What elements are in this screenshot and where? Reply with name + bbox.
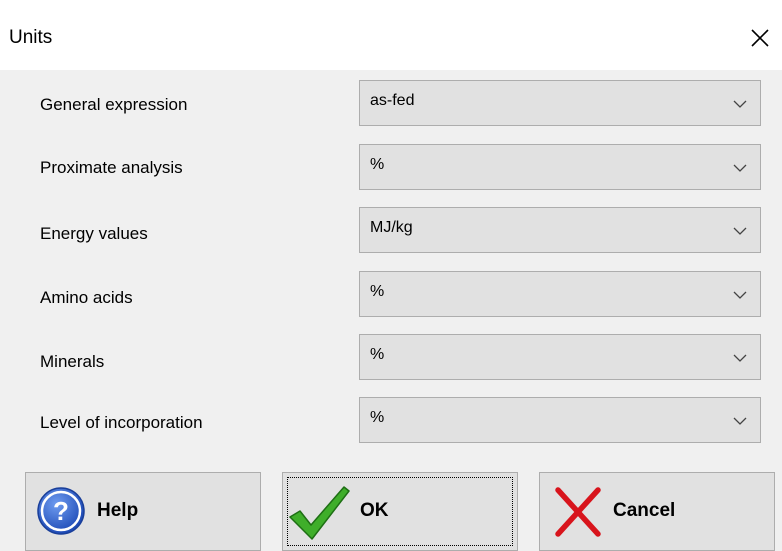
cross-icon <box>555 487 601 537</box>
svg-text:?: ? <box>53 496 69 526</box>
label-energy-values: Energy values <box>40 224 148 243</box>
chevron-down-icon <box>733 227 747 235</box>
cancel-button[interactable]: Cancel <box>539 472 775 551</box>
label-proximate-analysis: Proximate analysis <box>40 158 183 177</box>
help-button-label: Help <box>97 500 139 521</box>
proximate-analysis-value: % <box>370 156 385 173</box>
window-title: Units <box>9 27 53 48</box>
chevron-down-icon <box>733 417 747 425</box>
level-of-incorporation-value: % <box>370 409 385 426</box>
energy-values-select[interactable]: MJ/kg <box>359 207 761 253</box>
proximate-analysis-select[interactable]: % <box>359 144 761 190</box>
cancel-button-label: Cancel <box>613 500 676 521</box>
minerals-select[interactable]: % <box>359 334 761 380</box>
minerals-value: % <box>370 346 385 363</box>
general-expression-select[interactable]: as-fed <box>359 80 761 126</box>
label-general-expression: General expression <box>40 95 188 114</box>
chevron-down-icon <box>733 100 747 108</box>
chevron-down-icon <box>733 291 747 299</box>
chevron-down-icon <box>733 164 747 172</box>
label-level-of-incorporation: Level of incorporation <box>40 413 203 432</box>
label-minerals: Minerals <box>40 352 105 371</box>
ok-button[interactable]: OK <box>282 472 518 551</box>
help-button[interactable]: ? Help <box>25 472 261 551</box>
label-amino-acids: Amino acids <box>40 288 133 307</box>
ok-button-label: OK <box>360 500 389 521</box>
help-icon: ? <box>37 487 85 535</box>
title-bar: Units <box>0 0 782 70</box>
amino-acids-value: % <box>370 283 385 300</box>
checkmark-icon <box>289 486 350 540</box>
level-of-incorporation-select[interactable]: % <box>359 397 761 443</box>
energy-values-value: MJ/kg <box>370 219 413 236</box>
close-icon <box>751 29 769 47</box>
general-expression-value: as-fed <box>370 92 415 109</box>
amino-acids-select[interactable]: % <box>359 271 761 317</box>
chevron-down-icon <box>733 354 747 362</box>
close-button[interactable] <box>742 20 778 56</box>
